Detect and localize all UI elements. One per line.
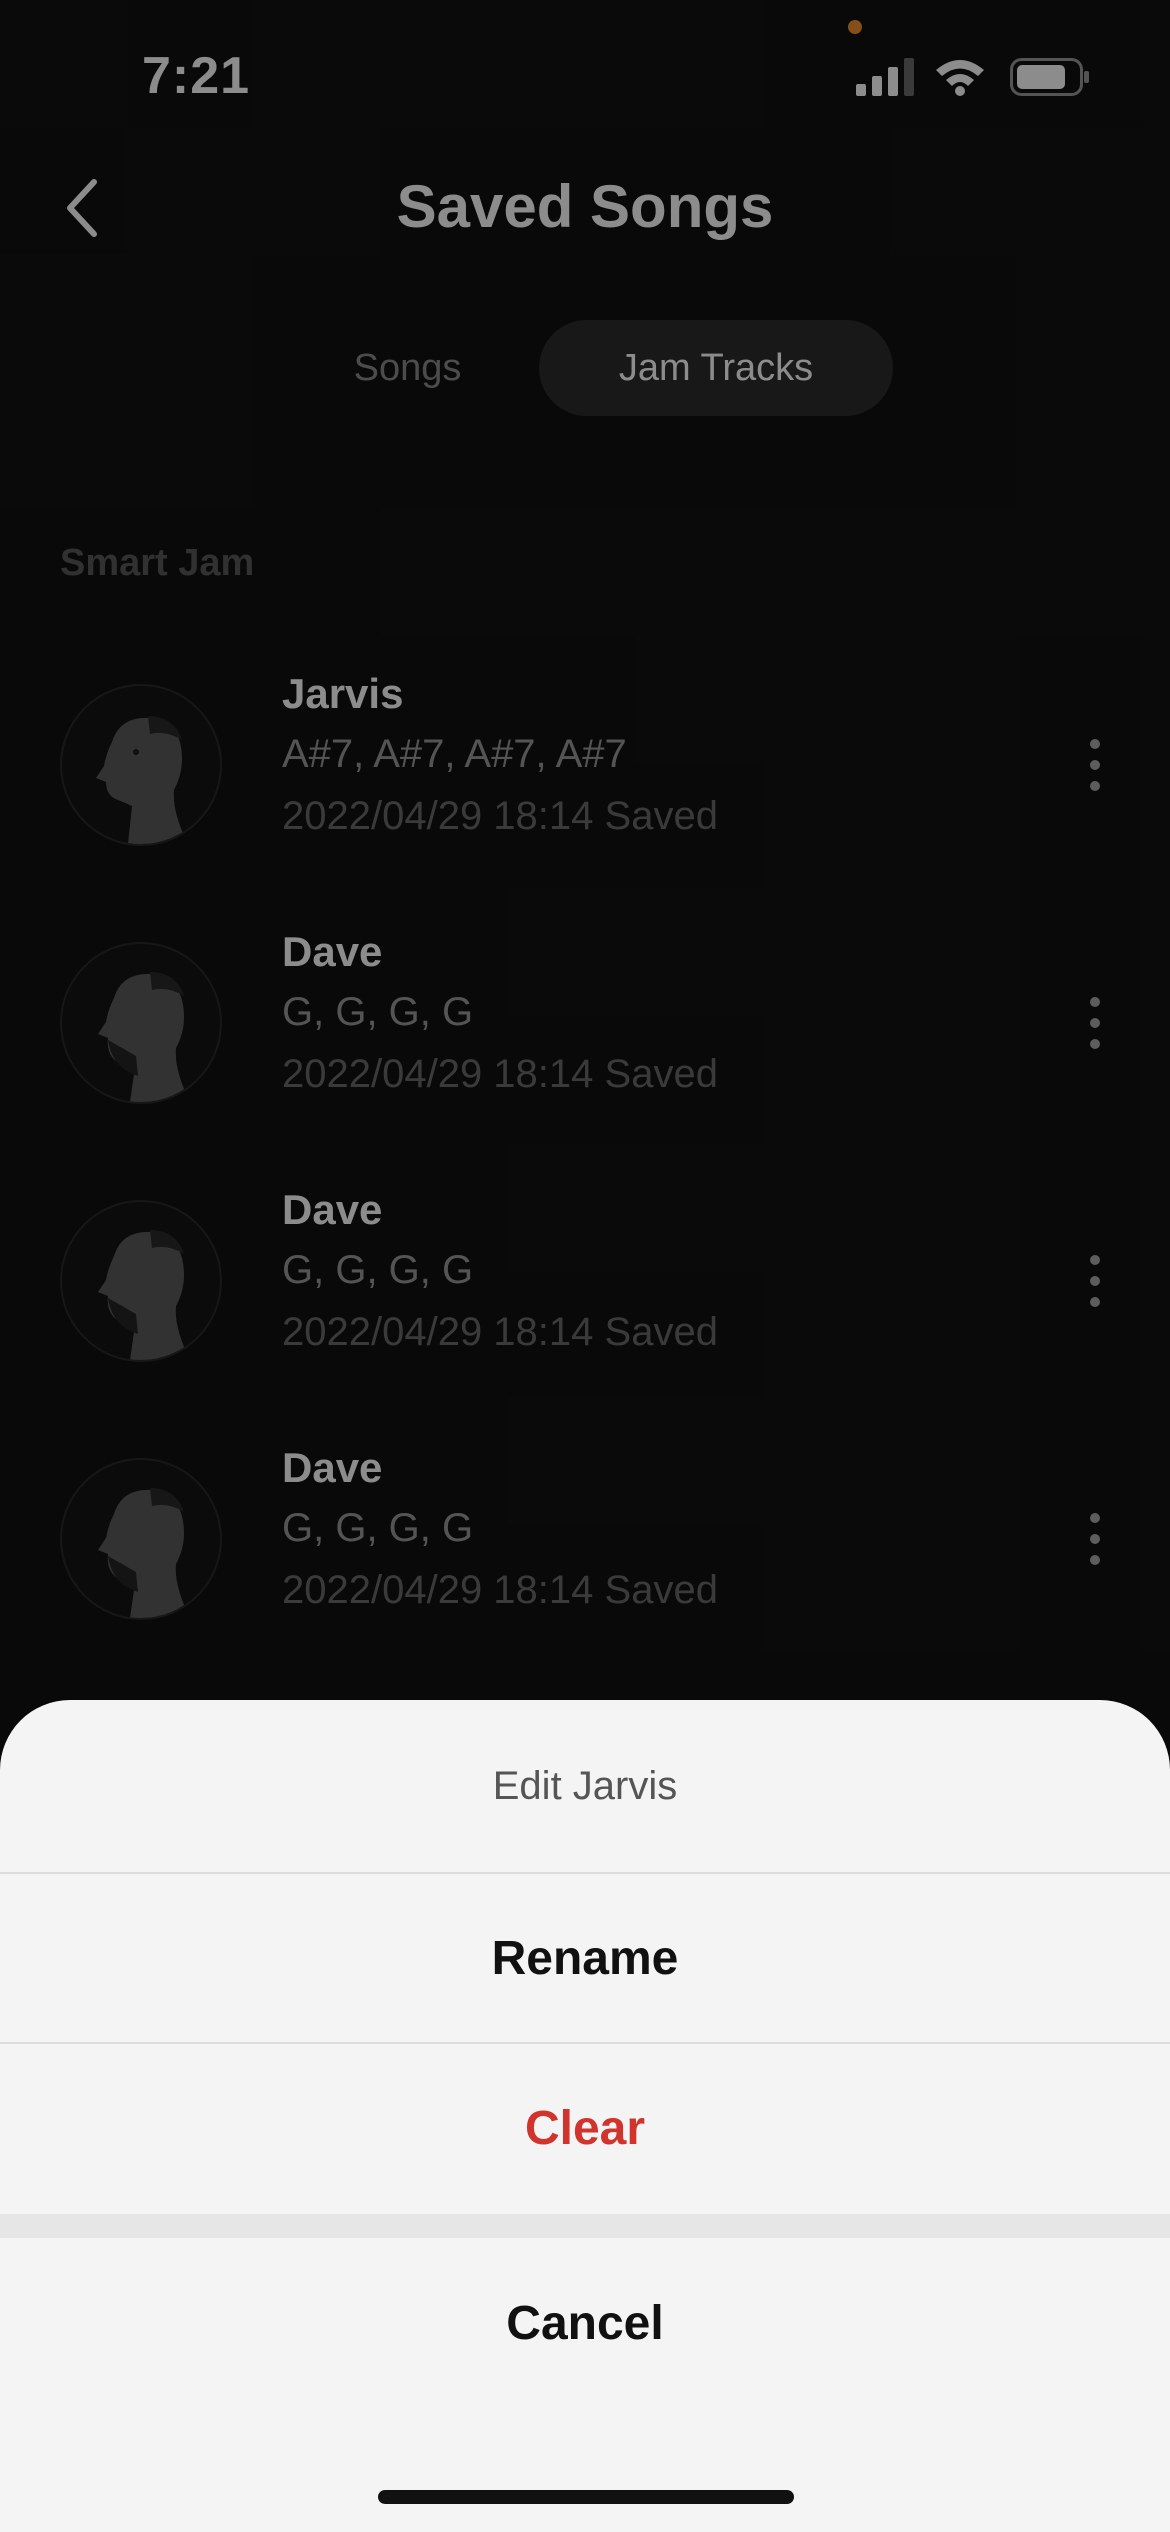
cancel-button[interactable]: Cancel	[0, 2238, 1170, 2408]
home-indicator	[378, 2490, 794, 2504]
clear-button[interactable]: Clear	[0, 2044, 1170, 2212]
saved-songs-screen: 7:21 Saved Songs Songs Jam Tracks Smart …	[0, 0, 1170, 2532]
rename-button[interactable]: Rename	[0, 1874, 1170, 2042]
section-gap	[0, 2214, 1170, 2238]
action-sheet: Edit Jarvis Rename Clear Cancel	[0, 1700, 1170, 2532]
action-sheet-title: Edit Jarvis	[492, 1763, 678, 1808]
